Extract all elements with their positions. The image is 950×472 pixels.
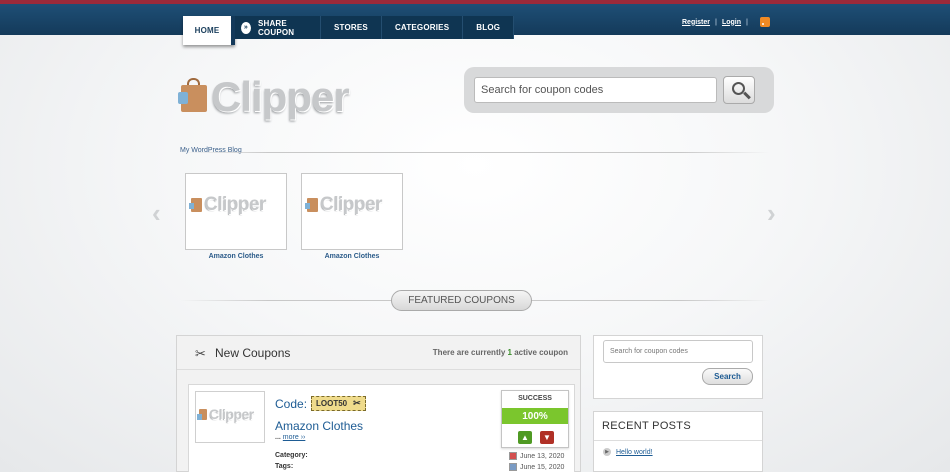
bullet-arrow-icon: ▶ <box>603 448 611 456</box>
thumbs-up-icon[interactable]: ▲ <box>518 431 532 444</box>
share-arrow-icon: » <box>241 21 251 34</box>
slider-next-icon[interactable]: › <box>767 198 776 229</box>
coupon-store-thumbnail[interactable]: Clipper <box>195 391 265 443</box>
thumbs-down-icon[interactable]: ▼ <box>540 431 554 444</box>
shopping-bag-icon <box>189 198 202 212</box>
recent-posts-widget: RECENT POSTS ▶ Hello world! <box>593 411 763 472</box>
sidebar-search-input[interactable]: Search for coupon codes <box>603 340 753 363</box>
nav-blog[interactable]: BLOG <box>463 16 515 39</box>
tags-label: Tags: <box>275 463 294 470</box>
success-percentage: 100% <box>502 408 568 424</box>
nav-share-coupon[interactable]: » SHARE COUPON <box>235 16 321 39</box>
slider-caption[interactable]: Amazon Clothes <box>185 253 287 260</box>
success-rate-box: SUCCESS 100% ▲ ▼ <box>501 390 569 448</box>
panel-header: ✂ New Coupons There are currently 1 acti… <box>177 336 580 370</box>
sidebar-search-button[interactable]: Search <box>702 368 753 385</box>
main-nav: HOME » SHARE COUPON STORES CATEGORIES BL… <box>183 16 515 45</box>
coupon-title[interactable]: Amazon Clothes <box>275 419 363 433</box>
logo-text: Clipper <box>211 73 350 120</box>
register-link[interactable]: Register <box>682 19 710 26</box>
new-coupons-panel: ✂ New Coupons There are currently 1 acti… <box>176 335 581 472</box>
scissors-icon: ✂ <box>353 398 361 408</box>
nav-home[interactable]: HOME <box>183 16 235 45</box>
coupon-expiry-date: June 15, 2020 <box>509 463 564 471</box>
account-links: Register | Login | <box>682 17 771 27</box>
header-search: Search for coupon codes <box>464 67 774 113</box>
store-logo: Clipper <box>189 194 266 216</box>
recent-post-item[interactable]: ▶ Hello world! <box>603 448 653 456</box>
slider-item[interactable]: Clipper <box>301 173 403 250</box>
slider-item[interactable]: Clipper <box>185 173 287 250</box>
search-button[interactable] <box>723 76 755 104</box>
coupon-card: Clipper Code: LOOT50 ✂ Amazon Clothes ..… <box>188 384 575 472</box>
nav-share-label: SHARE COUPON <box>257 18 295 37</box>
separator: | <box>746 18 749 26</box>
more-link: ... more ›› <box>275 434 306 441</box>
nav-categories[interactable]: CATEGORIES <box>381 16 464 39</box>
top-bar: HOME » SHARE COUPON STORES CATEGORIES BL… <box>0 0 950 45</box>
sidebar-search: Search for coupon codes Search <box>593 335 763 399</box>
calendar-icon <box>509 463 517 471</box>
slider-prev-icon[interactable]: ‹ <box>152 198 161 229</box>
code-label: Code: <box>275 397 308 411</box>
shopping-bag-icon <box>178 78 207 112</box>
divider <box>180 152 770 153</box>
success-label: SUCCESS <box>518 395 552 402</box>
shopping-bag-icon <box>305 198 318 212</box>
divider <box>594 440 762 441</box>
scissors-icon: ✂ <box>195 346 206 361</box>
coupon-code-button[interactable]: LOOT50 ✂ <box>311 396 366 411</box>
calendar-icon <box>509 452 517 460</box>
slider-caption[interactable]: Amazon Clothes <box>301 253 403 260</box>
shopping-bag-icon <box>197 408 207 420</box>
search-input[interactable]: Search for coupon codes <box>474 77 717 103</box>
login-link[interactable]: Login <box>722 19 741 26</box>
site-logo[interactable]: Clipper <box>178 73 350 120</box>
category-label: Category: <box>275 452 308 459</box>
coupon-code: LOOT50 <box>316 399 348 408</box>
recent-posts-title: RECENT POSTS <box>602 420 691 432</box>
separator: | <box>715 18 717 26</box>
active-coupon-count: There are currently 1 active coupon <box>432 348 568 357</box>
coupon-start-date: June 13, 2020 <box>509 452 564 460</box>
store-logo: Clipper <box>305 194 382 216</box>
nav-stores[interactable]: STORES <box>321 16 382 39</box>
featured-coupons-label: FEATURED COUPONS <box>391 290 532 311</box>
panel-title: New Coupons <box>215 346 291 360</box>
rss-icon[interactable] <box>760 17 771 27</box>
